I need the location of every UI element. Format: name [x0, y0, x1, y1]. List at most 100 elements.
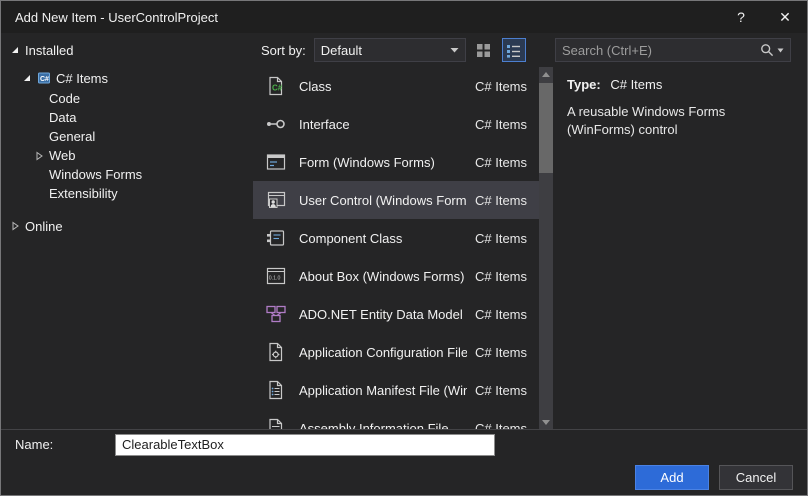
- search-box: [555, 38, 791, 62]
- template-item-assembly-information-file[interactable]: C# Assembly Information File C# Items: [253, 409, 539, 429]
- template-item-class[interactable]: C# Class C# Items: [253, 67, 539, 105]
- form-icon: [261, 150, 291, 174]
- sort-by-label: Sort by:: [261, 42, 306, 58]
- manifest-file-icon: [261, 378, 291, 402]
- search-icon[interactable]: [760, 43, 774, 57]
- template-name: Application Manifest File (Win...: [299, 382, 467, 398]
- template-name: ADO.NET Entity Data Model: [299, 306, 463, 322]
- template-item-component-class[interactable]: Component Class C# Items: [253, 219, 539, 257]
- collapsed-arrow-icon[interactable]: [9, 221, 21, 231]
- about-box-icon: 0.1.0: [261, 264, 291, 288]
- template-category: C# Items: [474, 78, 527, 94]
- tree-item-label: Installed: [25, 42, 74, 58]
- right-area: Sort by: Default Search (Ctrl+E) C# Clas…: [253, 33, 807, 429]
- tree-item-online[interactable]: Online: [1, 215, 253, 237]
- dialog-content: Installed C# C# Items Code Data General …: [1, 33, 807, 429]
- list-view-button[interactable]: [501, 38, 526, 62]
- type-value: C# Items: [610, 77, 663, 92]
- tree-item-data[interactable]: Data: [1, 108, 253, 127]
- body-row: C# Class C# Items Interface C# Items For…: [253, 67, 807, 429]
- template-category: C# Items: [474, 420, 527, 430]
- add-new-item-dialog: Add New Item - UserControlProject ? ✕ In…: [0, 0, 808, 496]
- expanded-arrow-icon[interactable]: [9, 45, 21, 55]
- csharp-items-icon: C#: [37, 71, 51, 85]
- template-item-ado-net-entity-data-model[interactable]: ADO.NET Entity Data Model C# Items: [253, 295, 539, 333]
- class-icon: C#: [261, 74, 291, 98]
- template-category: C# Items: [474, 154, 527, 170]
- window-title: Add New Item - UserControlProject: [15, 9, 219, 25]
- name-row: Name:: [1, 429, 807, 459]
- tree-item-installed[interactable]: Installed: [1, 39, 253, 61]
- footer: Add Cancel: [1, 459, 807, 495]
- tree-item-csharp-items[interactable]: C# C# Items: [1, 67, 253, 89]
- collapsed-arrow-icon[interactable]: [33, 151, 45, 161]
- template-item-app-manifest-file[interactable]: Application Manifest File (Win... C# Ite…: [253, 371, 539, 409]
- assembly-information-file-icon: C#: [261, 416, 291, 429]
- add-button[interactable]: Add: [635, 464, 709, 490]
- tree-item-label: C# Items: [56, 70, 109, 86]
- toolbar: Sort by: Default: [253, 33, 807, 67]
- chevron-down-icon: [450, 47, 459, 53]
- template-name: Interface: [299, 116, 350, 132]
- entity-data-model-icon: [261, 302, 291, 326]
- template-name: Form (Windows Forms): [299, 154, 435, 170]
- type-label: Type:: [567, 77, 601, 92]
- template-name: Application Configuration File: [299, 344, 467, 360]
- template-item-user-control[interactable]: User Control (Windows Forms) C# Items: [253, 181, 539, 219]
- tree-item-label: Web: [49, 148, 76, 163]
- help-button[interactable]: ?: [719, 1, 763, 33]
- sort-dropdown-value: Default: [320, 42, 362, 58]
- template-name: Assembly Information File: [299, 420, 449, 430]
- tree-item-label: Data: [49, 110, 77, 125]
- expanded-arrow-icon[interactable]: [21, 73, 33, 83]
- tree-item-general[interactable]: General: [1, 127, 253, 146]
- cancel-button[interactable]: Cancel: [719, 464, 793, 490]
- tree-item-extensibility[interactable]: Extensibility: [1, 184, 253, 203]
- list-scrollbar[interactable]: [539, 67, 553, 429]
- tree-item-code[interactable]: Code: [1, 89, 253, 108]
- template-name: Component Class: [299, 230, 403, 246]
- tree-item-label: Extensibility: [49, 186, 118, 201]
- template-item-form[interactable]: Form (Windows Forms) C# Items: [253, 143, 539, 181]
- scrollbar-thumb[interactable]: [539, 83, 553, 173]
- template-item-about-box[interactable]: 0.1.0 About Box (Windows Forms) C# Items: [253, 257, 539, 295]
- sort-dropdown[interactable]: Default: [313, 38, 466, 62]
- search-dropdown-chevron-icon[interactable]: [777, 48, 784, 53]
- configuration-file-icon: [261, 340, 291, 364]
- interface-icon: [261, 112, 291, 136]
- template-category: C# Items: [474, 306, 527, 322]
- tree-item-label: Code: [49, 91, 81, 106]
- small-icons-view-button[interactable]: [472, 38, 496, 62]
- scrollbar-track[interactable]: [539, 81, 553, 415]
- template-category: C# Items: [474, 268, 527, 284]
- scroll-down-arrow-icon[interactable]: [539, 415, 553, 429]
- tree-item-web[interactable]: Web: [1, 146, 253, 165]
- svg-text:C#: C#: [40, 76, 49, 83]
- close-button[interactable]: ✕: [763, 1, 807, 33]
- template-list: C# Class C# Items Interface C# Items For…: [253, 67, 539, 429]
- template-info-panel: Type: C# Items A reusable Windows Forms …: [553, 67, 807, 429]
- titlebar: Add New Item - UserControlProject ? ✕: [1, 1, 807, 33]
- category-tree: Installed C# C# Items Code Data General …: [1, 33, 253, 429]
- template-category: C# Items: [474, 344, 527, 360]
- template-category: C# Items: [474, 230, 527, 246]
- tree-item-label: Windows Forms: [49, 167, 143, 182]
- template-name: About Box (Windows Forms): [299, 268, 465, 284]
- user-control-icon: [261, 188, 291, 212]
- template-item-app-configuration-file[interactable]: Application Configuration File C# Items: [253, 333, 539, 371]
- list-view-icon: [506, 43, 521, 58]
- template-category: C# Items: [474, 382, 527, 398]
- name-input[interactable]: [115, 433, 495, 456]
- name-label: Name:: [15, 437, 54, 452]
- svg-text:0.1.0: 0.1.0: [269, 276, 281, 282]
- tree-item-label: Online: [25, 218, 63, 234]
- template-name: Class: [299, 78, 332, 94]
- scroll-up-arrow-icon[interactable]: [539, 67, 553, 81]
- search-input[interactable]: [562, 42, 760, 58]
- tree-item-label: General: [49, 129, 96, 144]
- template-description: A reusable Windows Forms (WinForms) cont…: [567, 104, 726, 138]
- template-item-interface[interactable]: Interface C# Items: [253, 105, 539, 143]
- template-name: User Control (Windows Forms): [299, 192, 467, 208]
- svg-text:C#: C#: [272, 84, 283, 93]
- tree-item-windows-forms[interactable]: Windows Forms: [1, 165, 253, 184]
